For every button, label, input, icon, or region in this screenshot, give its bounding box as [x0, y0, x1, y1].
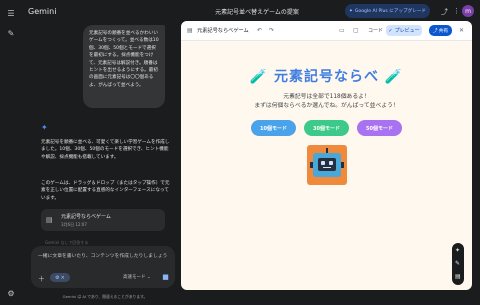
stop-icon[interactable]: ■	[161, 273, 170, 282]
mode-50-button[interactable]: 50個モード	[357, 120, 402, 136]
code-tab[interactable]: コード	[368, 27, 383, 34]
floating-toolbar: ✦ ✎ ▤	[452, 243, 464, 285]
close-icon[interactable]: ✕	[459, 27, 464, 34]
share-icon: ⤴	[432, 29, 438, 34]
redo-icon[interactable]: ↷	[269, 27, 274, 34]
upgrade-label: Google AI Plus にアップグレード	[354, 9, 427, 14]
mode-selector[interactable]: 高速モード ⌄	[123, 274, 151, 280]
version-history-icon[interactable]: ▭	[339, 27, 345, 34]
canvas-card-title: 元素記号ならべゲーム	[61, 213, 111, 220]
preview-tab[interactable]: ✓ プレビュー	[386, 25, 422, 36]
tools-icon: ⚙	[55, 274, 60, 281]
check-icon: ✓	[388, 27, 393, 34]
game-title-text: 元素記号ならべ	[274, 69, 379, 85]
game-title: 🧪 元素記号ならべ 🧪	[181, 66, 472, 86]
canvas-toolbar: ▤ 元素記号ならべゲーム ↶ ↷ ▭ ▢ コード ✓ プレビュー ⤴ 共有 ✕	[181, 21, 472, 41]
share-button[interactable]: ⤴ 共有	[429, 25, 452, 36]
share-label: 共有	[438, 29, 449, 34]
response-paragraph-1: 元素記号を順番に並べる、可愛くて楽しい学習ゲームを作成しました。10個、30個、…	[41, 140, 170, 160]
console-icon[interactable]: ▢	[353, 27, 359, 34]
game-line-2: まずは何個ならべるか選んでね。がんばって並べよう！	[254, 103, 399, 109]
upgrade-button[interactable]: ✦ Google AI Plus にアップグレード	[345, 4, 430, 18]
test-tube-icon: 🧪	[249, 69, 269, 85]
tools-button[interactable]: ⚙ ×	[50, 273, 70, 282]
canvas-card-date: 3月6日 12:07	[61, 221, 87, 227]
disclaimer: Gemini は AI であり、間違えることがあります。	[62, 294, 148, 299]
game-subtitle: 元素記号は全部で118個あるよ！ まずは何個ならべるか選んでね。がんばって並べよ…	[181, 93, 472, 111]
game-line-1: 元素記号は全部で118個あるよ！	[283, 94, 370, 100]
undo-icon[interactable]: ↶	[257, 27, 262, 34]
share-icon[interactable]: ⤴	[441, 7, 448, 17]
sparkle-icon: ✦	[348, 8, 353, 14]
document-icon: ▤	[187, 27, 193, 34]
mode-10-button[interactable]: 10個モード	[251, 120, 296, 136]
comment-icon[interactable]: ▤	[455, 273, 461, 280]
conversation-title[interactable]: 元素記号並べ替えゲームの提案	[182, 7, 332, 16]
prompt-box: 一緒に文章を書いたり、コンテンツを作成したりしましょう ＋ ⚙ × 高速モード …	[31, 246, 175, 288]
gemini-spark-icon: ✦	[41, 123, 48, 132]
brand-name[interactable]: Gemini	[28, 7, 56, 16]
avatar[interactable]: m	[462, 5, 474, 17]
magic-edit-icon[interactable]: ✎	[455, 260, 460, 267]
prompt-input[interactable]: 一緒に文章を書いたり、コンテンツを作成したりしましょう	[38, 253, 168, 260]
more-options-icon[interactable]: ⋮	[453, 7, 460, 15]
document-icon: ▤	[46, 215, 53, 224]
left-rail: ☰ ✎ ⚙	[0, 0, 22, 305]
edit-sparkle-icon[interactable]: ✦	[455, 247, 460, 254]
add-icon[interactable]: ＋	[38, 274, 45, 284]
new-chat-icon[interactable]: ✎	[5, 27, 17, 39]
canvas-title: 元素記号ならべゲーム	[197, 28, 249, 34]
mode-30-button[interactable]: 30個モード	[304, 120, 349, 136]
response-paragraph-2: このゲームは、ドラッグ＆ドロップ（またはタップ操作）で元素を正しい位置に配置する…	[41, 181, 170, 201]
tools-close-icon: ×	[60, 274, 65, 281]
user-message: 元素記号の順番を並べるかわいいゲームをつくって。並べる数は10個、30個、50個…	[83, 25, 165, 108]
settings-icon[interactable]: ⚙	[5, 287, 17, 299]
test-tube-icon: 🧪	[384, 69, 404, 85]
preview-label: プレビュー	[394, 28, 420, 34]
canvas-panel: ▤ 元素記号ならべゲーム ↶ ↷ ▭ ▢ コード ✓ プレビュー ⤴ 共有 ✕ …	[181, 21, 472, 290]
gemini-app: ☰ ✎ ⚙ Gemini 元素記号並べ替えゲームの提案 ✦ Google AI …	[0, 0, 480, 305]
menu-icon[interactable]: ☰	[5, 7, 17, 19]
robot-illustration	[307, 145, 347, 185]
canvas-card[interactable]: ▤ 元素記号ならべゲーム 3月6日 12:07	[41, 209, 165, 231]
